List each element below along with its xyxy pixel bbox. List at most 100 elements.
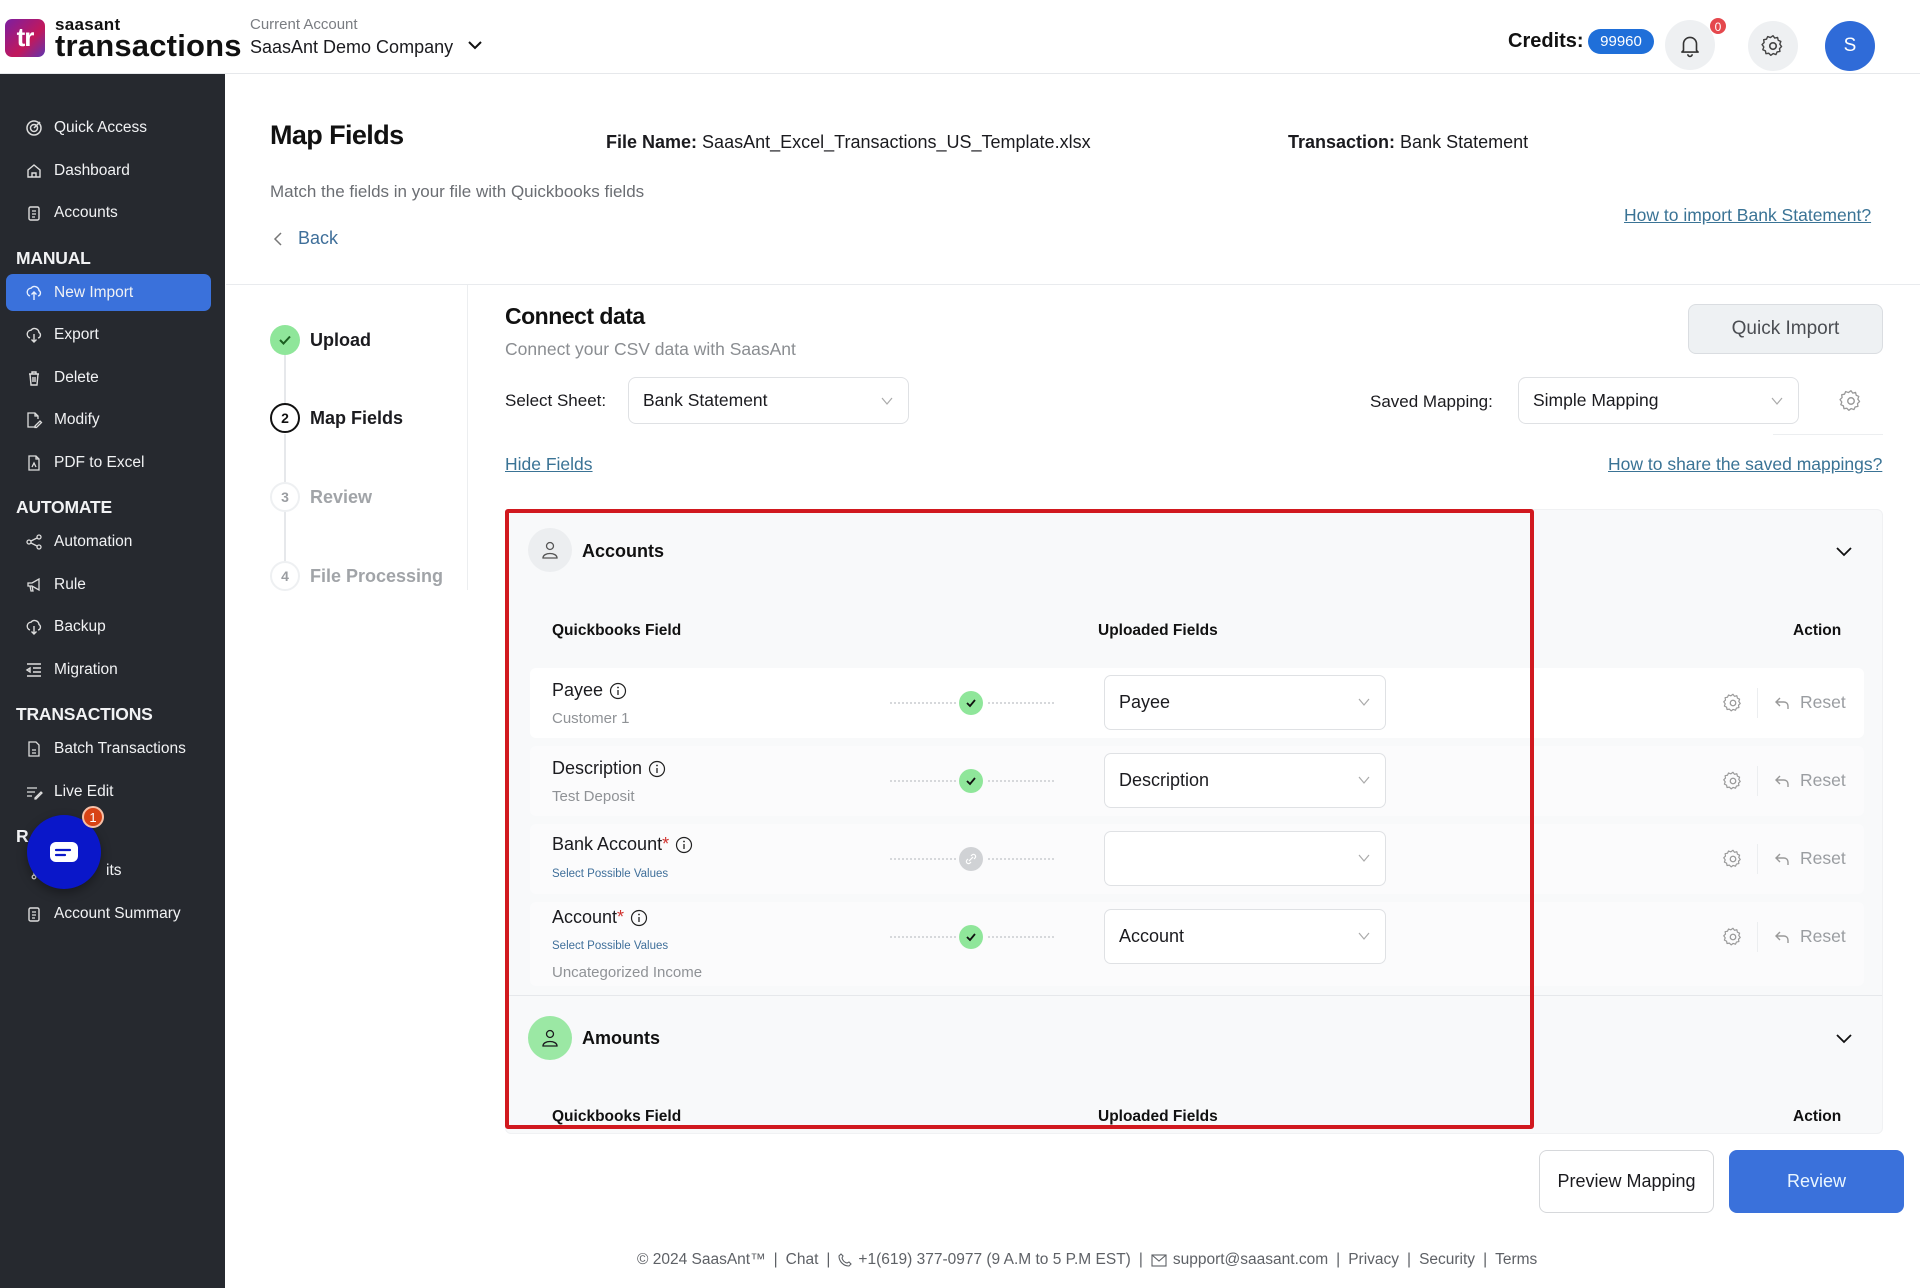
home-icon: [24, 161, 44, 181]
info-icon[interactable]: [609, 682, 627, 700]
separator: |: [1138, 1251, 1143, 1268]
sidebar-item-modify[interactable]: Modify: [6, 401, 211, 438]
footer-security-link[interactable]: Security: [1419, 1251, 1475, 1269]
reset-button[interactable]: Reset: [1774, 848, 1846, 869]
user-avatar[interactable]: S: [1825, 21, 1875, 71]
reset-button[interactable]: Reset: [1774, 926, 1846, 947]
sidebar-item-new-import[interactable]: New Import: [6, 274, 211, 311]
info-icon[interactable]: [630, 909, 648, 927]
select-sheet-dropdown[interactable]: Bank Statement: [628, 377, 909, 424]
select-sheet-label: Select Sheet:: [505, 391, 607, 410]
sidebar-item-pdf-to-excel[interactable]: PDF to Excel: [6, 444, 211, 481]
field-sample-value: Test Deposit: [552, 788, 635, 805]
list-indent-icon: [24, 660, 44, 680]
sidebar-item-label: Accounts: [54, 203, 118, 221]
undo-icon: [1775, 697, 1789, 709]
select-possible-values-link[interactable]: Select Possible Values: [552, 940, 668, 952]
group-header-accounts[interactable]: Accounts: [506, 510, 1882, 590]
sidebar-item-delete[interactable]: Delete: [6, 359, 211, 396]
sidebar-item-label: Dashboard: [54, 161, 130, 179]
chevron-down-icon[interactable]: [1834, 1028, 1854, 1048]
review-button[interactable]: Review: [1729, 1150, 1904, 1213]
separator: |: [1483, 1251, 1488, 1268]
sidebar-item-automation[interactable]: Automation: [6, 523, 211, 560]
info-icon[interactable]: [648, 760, 666, 778]
step-number: 4: [270, 561, 300, 591]
uploaded-field-dropdown[interactable]: Payee: [1104, 675, 1386, 730]
hide-fields-link[interactable]: Hide Fields: [505, 454, 593, 475]
reset-button[interactable]: Reset: [1774, 770, 1846, 791]
preview-mapping-button[interactable]: Preview Mapping: [1539, 1150, 1714, 1213]
how-to-import-link[interactable]: How to import Bank Statement?: [1624, 205, 1871, 226]
field-name: Description: [552, 758, 666, 779]
sidebar-item-migration[interactable]: Migration: [6, 651, 211, 688]
footer: © 2024 SaasAnt™ | Chat | +1(619) 377-097…: [637, 1251, 1537, 1269]
connector-line: [890, 858, 956, 860]
uploaded-field-value: Payee: [1119, 692, 1171, 712]
connector-line: [988, 780, 1054, 782]
chat-unread-badge: 1: [82, 806, 104, 828]
footer-terms-link[interactable]: Terms: [1495, 1251, 1537, 1269]
info-icon[interactable]: [675, 836, 693, 854]
saved-mapping-label: Saved Mapping:: [1370, 392, 1493, 411]
notification-count-badge: 0: [1709, 17, 1727, 35]
mapping-row-description: Description Test Deposit Description Res…: [530, 746, 1864, 816]
footer-privacy-link[interactable]: Privacy: [1348, 1251, 1399, 1269]
sidebar-item-dashboard[interactable]: Dashboard: [6, 152, 211, 189]
sidebar-item-batch-transactions[interactable]: Batch Transactions: [6, 730, 211, 767]
sidebar-item-quick-access[interactable]: Quick Access: [6, 109, 211, 146]
field-label: Account: [552, 907, 618, 927]
sidebar-item-backup[interactable]: Backup: [6, 608, 211, 645]
sidebar-item-label: Modify: [54, 410, 100, 428]
transaction-label: Transaction:: [1288, 132, 1396, 152]
user-icon: [528, 528, 572, 572]
quick-import-button[interactable]: Quick Import: [1688, 304, 1883, 354]
select-possible-values-link[interactable]: Select Possible Values: [552, 868, 668, 880]
saved-mapping-dropdown[interactable]: Simple Mapping: [1518, 377, 1799, 424]
undo-icon: [1775, 853, 1789, 865]
group-header-amounts[interactable]: Amounts: [506, 1000, 1882, 1080]
field-settings-icon[interactable]: [1722, 926, 1744, 948]
sidebar-item-account-summary[interactable]: Account Summary: [6, 895, 211, 932]
field-name: Bank Account *: [552, 834, 693, 855]
connect-data-title: Connect data: [505, 303, 645, 329]
uploaded-field-dropdown[interactable]: Description: [1104, 753, 1386, 808]
share-mappings-link[interactable]: How to share the saved mappings?: [1608, 454, 1882, 475]
saved-mapping-value: Simple Mapping: [1533, 390, 1659, 410]
sidebar-item-accounts[interactable]: Accounts: [6, 194, 211, 231]
chevron-down-icon: [1358, 698, 1370, 706]
uploaded-field-dropdown[interactable]: [1104, 831, 1386, 886]
field-settings-icon[interactable]: [1722, 692, 1744, 714]
column-header-action: Action: [1793, 1108, 1842, 1125]
divider: [1757, 688, 1758, 718]
sidebar-item-export[interactable]: Export: [6, 316, 211, 353]
step-number: 3: [270, 482, 300, 512]
top-bar: tr saasant transactions Current Account …: [0, 0, 1920, 74]
separator: |: [773, 1251, 778, 1268]
sidebar-item-live-edit[interactable]: Live Edit: [6, 773, 211, 810]
logo-brand-name: transactions: [55, 28, 242, 63]
settings-button[interactable]: [1748, 21, 1798, 71]
step-connector: [284, 434, 286, 482]
chevron-down-icon[interactable]: [466, 36, 484, 54]
sidebar-item-rule[interactable]: Rule: [6, 566, 211, 603]
chevron-down-icon[interactable]: [1834, 541, 1854, 561]
account-switcher[interactable]: SaasAnt Demo Company: [250, 37, 453, 58]
connector-line: [890, 780, 956, 782]
field-settings-icon[interactable]: [1722, 770, 1744, 792]
footer-phone[interactable]: +1(619) 377-0977 (9 A.M to 5 P.M EST): [858, 1251, 1130, 1269]
saved-mapping-settings-icon[interactable]: [1838, 388, 1864, 414]
notifications-button[interactable]: [1665, 20, 1715, 70]
user-icon: [528, 1016, 572, 1060]
field-settings-icon[interactable]: [1722, 848, 1744, 870]
reset-button[interactable]: Reset: [1774, 692, 1846, 713]
divider: [1757, 844, 1758, 874]
reset-label: Reset: [1800, 770, 1846, 790]
column-header-uploaded-fields: Uploaded Fields: [1098, 1108, 1218, 1125]
uploaded-field-dropdown[interactable]: Account: [1104, 909, 1386, 964]
footer-chat-link[interactable]: Chat: [786, 1251, 819, 1269]
share-nodes-icon: [24, 532, 44, 552]
footer-email[interactable]: support@saasant.com: [1173, 1251, 1328, 1269]
back-button[interactable]: Back: [272, 228, 338, 249]
reset-label: Reset: [1800, 926, 1846, 946]
